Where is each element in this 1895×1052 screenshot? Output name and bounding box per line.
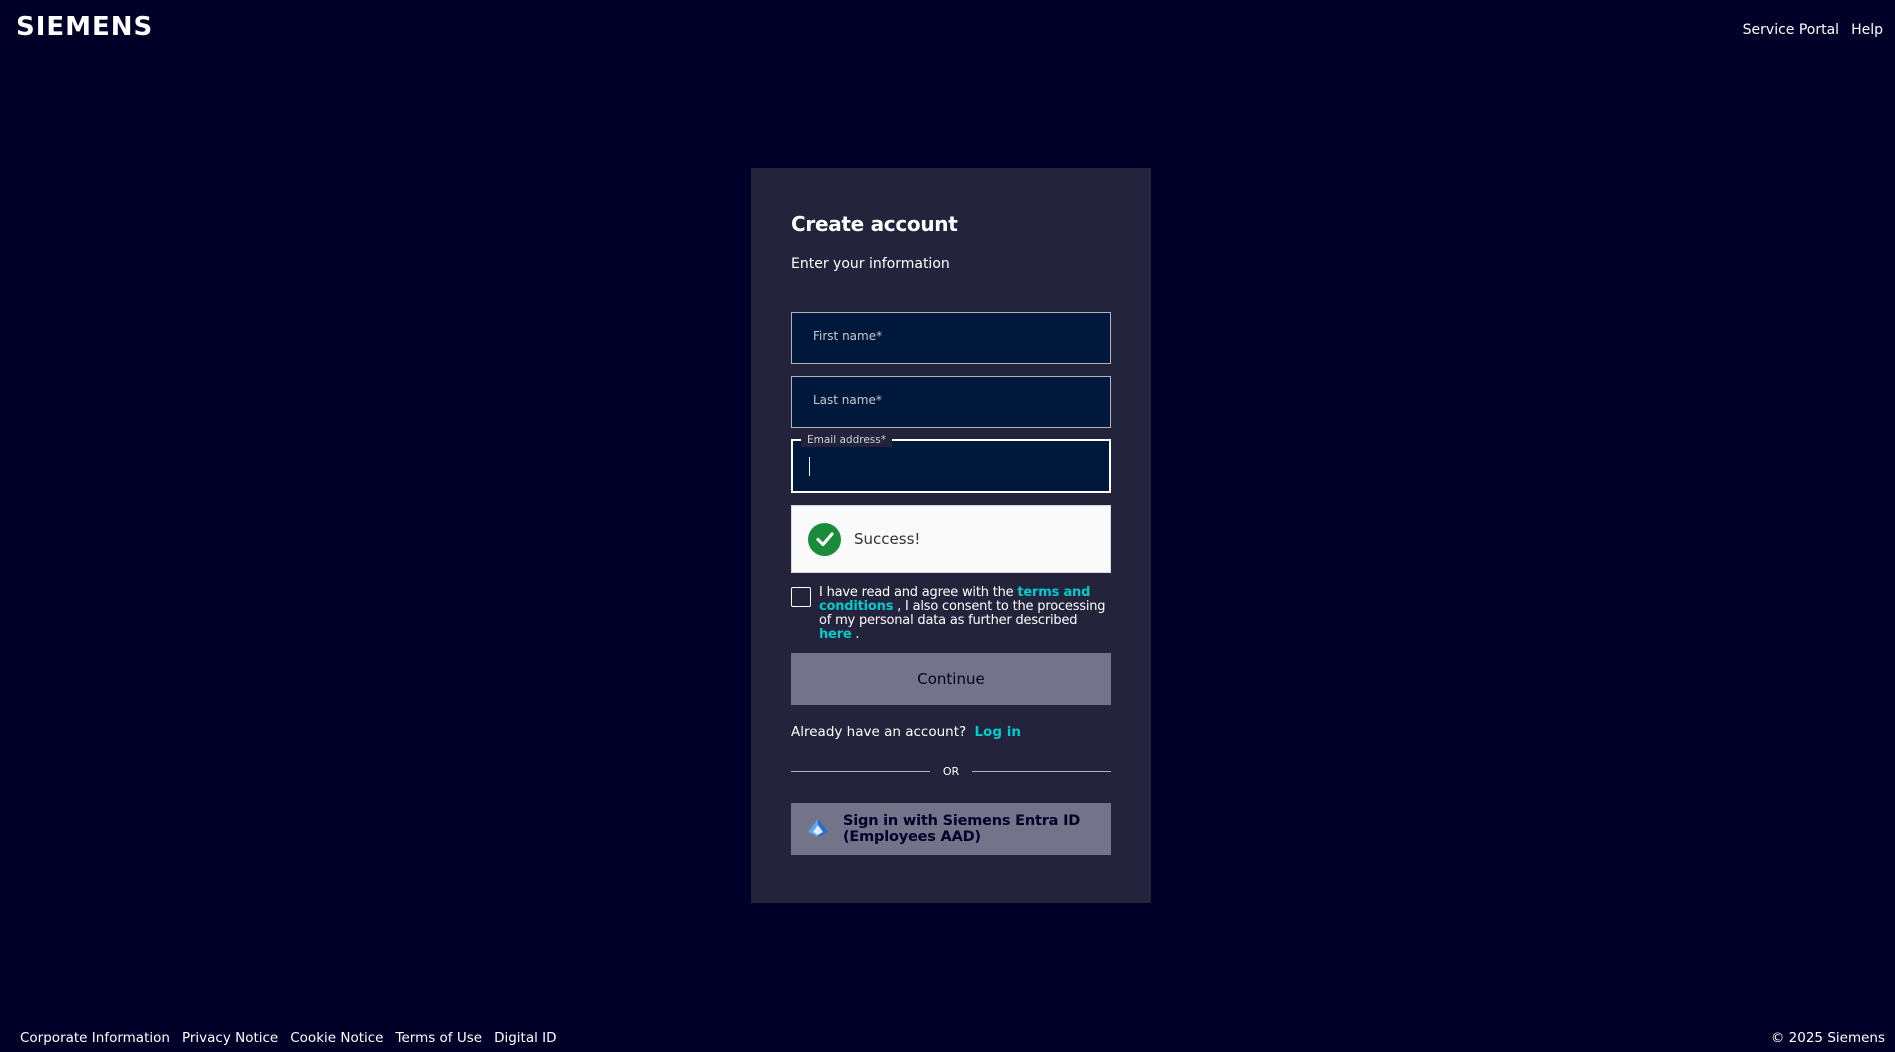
login-link[interactable]: Log in bbox=[974, 724, 1020, 740]
email-field[interactable]: Email address* bbox=[791, 433, 1111, 493]
footer-links: Corporate Information Privacy Notice Coo… bbox=[20, 1030, 557, 1046]
footer-terms-of-use[interactable]: Terms of Use bbox=[396, 1030, 483, 1046]
divider-line-left bbox=[791, 771, 930, 772]
already-account-text: Already have an account? bbox=[791, 724, 967, 740]
login-prompt: Already have an account? Log in bbox=[791, 724, 1021, 740]
check-circle-icon bbox=[808, 522, 841, 556]
captcha-widget[interactable]: Success! bbox=[791, 505, 1111, 573]
footer-digital-id[interactable]: Digital ID bbox=[494, 1030, 556, 1046]
entra-signin-label: Sign in with Siemens Entra ID (Employees… bbox=[843, 813, 1081, 845]
first-name-field[interactable]: First name* bbox=[791, 312, 1111, 364]
footer-corporate-information[interactable]: Corporate Information bbox=[20, 1030, 170, 1046]
divider-text: OR bbox=[942, 765, 960, 778]
page-title: Create account bbox=[791, 212, 958, 236]
service-portal-link[interactable]: Service Portal bbox=[1743, 22, 1839, 38]
privacy-here-link[interactable]: here bbox=[819, 627, 852, 642]
entra-id-icon bbox=[807, 818, 829, 841]
siemens-logo[interactable]: SIEMENS bbox=[16, 12, 153, 42]
footer-cookie-notice[interactable]: Cookie Notice bbox=[290, 1030, 383, 1046]
last-name-placeholder: Last name* bbox=[813, 393, 882, 407]
terms-text: I have read and agree with the terms and… bbox=[819, 586, 1111, 642]
divider-line-right bbox=[972, 771, 1111, 772]
terms-checkbox[interactable] bbox=[791, 587, 811, 607]
page-subtitle: Enter your information bbox=[791, 256, 950, 272]
terms-consent: I have read and agree with the terms and… bbox=[791, 586, 1111, 642]
captcha-status: Success! bbox=[854, 530, 921, 548]
first-name-placeholder: First name* bbox=[813, 329, 883, 343]
entra-signin-button[interactable]: Sign in with Siemens Entra ID (Employees… bbox=[791, 803, 1111, 855]
top-navigation: Service Portal Help bbox=[1743, 22, 1883, 38]
text-caret bbox=[809, 457, 810, 476]
terms-text-before: I have read and agree with the bbox=[819, 585, 1018, 600]
last-name-field[interactable]: Last name* bbox=[791, 376, 1111, 428]
create-account-card: Create account Enter your information Fi… bbox=[751, 168, 1151, 903]
or-divider: OR bbox=[791, 765, 1111, 778]
email-label: Email address* bbox=[801, 433, 892, 447]
terms-text-after: . bbox=[851, 627, 860, 642]
copyright: © 2025 Siemens bbox=[1770, 1030, 1885, 1046]
help-link[interactable]: Help bbox=[1851, 22, 1883, 38]
footer-privacy-notice[interactable]: Privacy Notice bbox=[182, 1030, 278, 1046]
continue-button[interactable]: Continue bbox=[791, 653, 1111, 705]
